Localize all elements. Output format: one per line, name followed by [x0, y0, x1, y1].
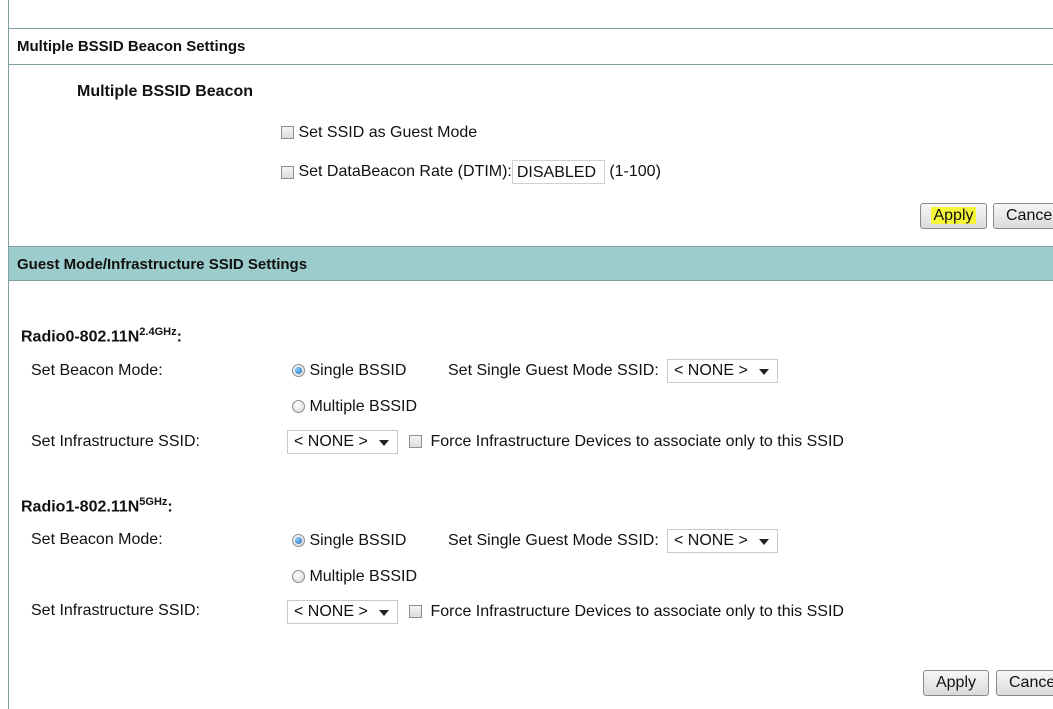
radio1-heading: Radio1-802.11N5GHz:: [21, 496, 173, 516]
apply-button[interactable]: Apply: [920, 203, 987, 229]
radio0-band: 2.4GHz: [139, 326, 177, 338]
radio1-multiple-bssid-radio[interactable]: [292, 570, 305, 584]
radio1-single-bssid-label: Single BSSID: [309, 532, 407, 549]
chevron-down-icon: [379, 610, 389, 616]
radio1-single-bssid-radio[interactable]: [292, 534, 305, 548]
guest-mode-checkbox[interactable]: [281, 126, 294, 140]
radio1-band: 5GHz: [139, 496, 168, 508]
left-border: [8, 0, 9, 709]
radio0-infra-label: Set Infrastructure SSID:: [31, 433, 200, 450]
radio0-force-option: Force Infrastructure Devices to associat…: [409, 433, 844, 451]
multiple-bssid-subtitle: Multiple BSSID Beacon: [77, 83, 254, 100]
radio0-guest-ssid-value: < NONE >: [674, 362, 748, 379]
radio1-suffix: :: [167, 498, 173, 516]
apply-label: Apply: [931, 207, 976, 224]
radio1-guest-ssid-select[interactable]: < NONE >: [667, 529, 778, 553]
radio0-heading: Radio0-802.11N2.4GHz:: [21, 326, 182, 346]
dtim-label: Set DataBeacon Rate (DTIM):: [298, 163, 512, 181]
radio1-force-option: Force Infrastructure Devices to associat…: [409, 603, 844, 621]
chevron-down-icon: [379, 440, 389, 446]
radio1-guest-ssid-label: Set Single Guest Mode SSID:: [448, 532, 659, 549]
radio0-name: Radio0-802.11N: [21, 328, 140, 346]
radio1-force-label: Force Infrastructure Devices to associat…: [430, 603, 844, 620]
radio0-force-checkbox[interactable]: [409, 435, 422, 449]
guest-mode-option: Set SSID as Guest Mode: [281, 124, 477, 142]
radio1-multiple-bssid-label: Multiple BSSID: [309, 568, 418, 585]
radio1-name: Radio1-802.11N: [21, 498, 140, 516]
radio0-single-bssid-option: Single BSSID: [292, 362, 406, 380]
dtim-input[interactable]: DISABLED: [511, 160, 605, 184]
radio0-guest-ssid-label: Set Single Guest Mode SSID:: [448, 362, 659, 379]
radio0-infra-ssid-value: < NONE >: [294, 433, 368, 450]
chevron-down-icon: [759, 369, 769, 375]
radio0-infra-ssid-select[interactable]: < NONE >: [287, 430, 398, 454]
radio0-multiple-bssid-option: Multiple BSSID: [292, 398, 417, 416]
guest-apply-button[interactable]: Apply: [923, 670, 989, 696]
radio1-infra-ssid-value: < NONE >: [294, 603, 368, 620]
radio0-single-bssid-label: Single BSSID: [309, 362, 407, 379]
radio0-guest-ssid-select[interactable]: < NONE >: [667, 359, 778, 383]
dtim-range: (1-100): [609, 163, 661, 181]
radio1-infra-label: Set Infrastructure SSID:: [31, 602, 200, 619]
cancel-button[interactable]: Cance: [993, 203, 1053, 229]
guest-cancel-button[interactable]: Cance: [996, 670, 1053, 696]
radio0-beacon-mode-label: Set Beacon Mode:: [31, 362, 163, 379]
chevron-down-icon: [759, 539, 769, 545]
radio1-beacon-mode-label: Set Beacon Mode:: [31, 531, 163, 548]
guest-mode-label: Set SSID as Guest Mode: [298, 124, 478, 141]
radio1-infra-ssid-select[interactable]: < NONE >: [287, 600, 398, 624]
dtim-option: Set DataBeacon Rate (DTIM): DISABLED (1-1…: [281, 160, 661, 184]
multiple-bssid-section-title: Multiple BSSID Beacon Settings: [9, 29, 1053, 64]
guest-mode-section-title: Guest Mode/Infrastructure SSID Settings: [9, 246, 1053, 281]
radio1-single-bssid-option: Single BSSID: [292, 532, 406, 550]
divider: [9, 64, 1053, 65]
radio0-single-bssid-radio[interactable]: [292, 364, 305, 378]
radio1-force-checkbox[interactable]: [409, 605, 422, 619]
radio0-suffix: :: [176, 328, 182, 346]
radio1-guest-ssid-value: < NONE >: [674, 532, 748, 549]
radio0-multiple-bssid-radio[interactable]: [292, 400, 305, 414]
radio0-force-label: Force Infrastructure Devices to associat…: [430, 433, 844, 450]
radio1-multiple-bssid-option: Multiple BSSID: [292, 568, 417, 586]
radio0-multiple-bssid-label: Multiple BSSID: [309, 398, 418, 415]
dtim-checkbox[interactable]: [281, 165, 294, 179]
